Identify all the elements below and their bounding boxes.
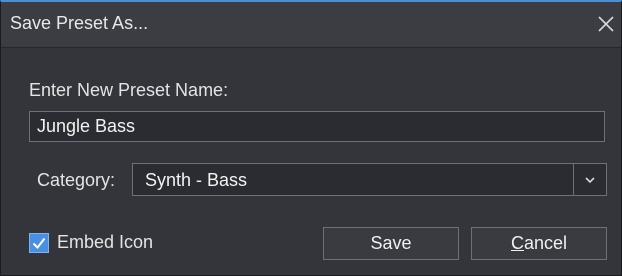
close-button[interactable] <box>593 11 619 37</box>
category-dropdown-button[interactable] <box>573 164 606 195</box>
checkmark-icon <box>32 237 46 250</box>
cancel-button[interactable]: Cancel <box>471 227 607 260</box>
close-icon <box>598 16 614 32</box>
save-preset-dialog: Save Preset As... Enter New Preset Name:… <box>0 0 622 276</box>
title-bar: Save Preset As... <box>1 2 621 48</box>
save-button[interactable]: Save <box>323 227 459 260</box>
embed-icon-label: Embed Icon <box>57 232 154 252</box>
category-select[interactable]: Synth - Bass <box>132 163 607 196</box>
preset-name-label: Enter New Preset Name: <box>29 80 229 100</box>
chevron-down-icon <box>585 177 595 184</box>
preset-name-input[interactable]: Jungle Bass <box>29 111 605 142</box>
dialog-title: Save Preset As... <box>10 13 149 33</box>
category-label: Category: <box>37 170 116 190</box>
embed-icon-checkbox[interactable] <box>29 233 49 253</box>
category-selected-value: Synth - Bass <box>145 170 248 190</box>
